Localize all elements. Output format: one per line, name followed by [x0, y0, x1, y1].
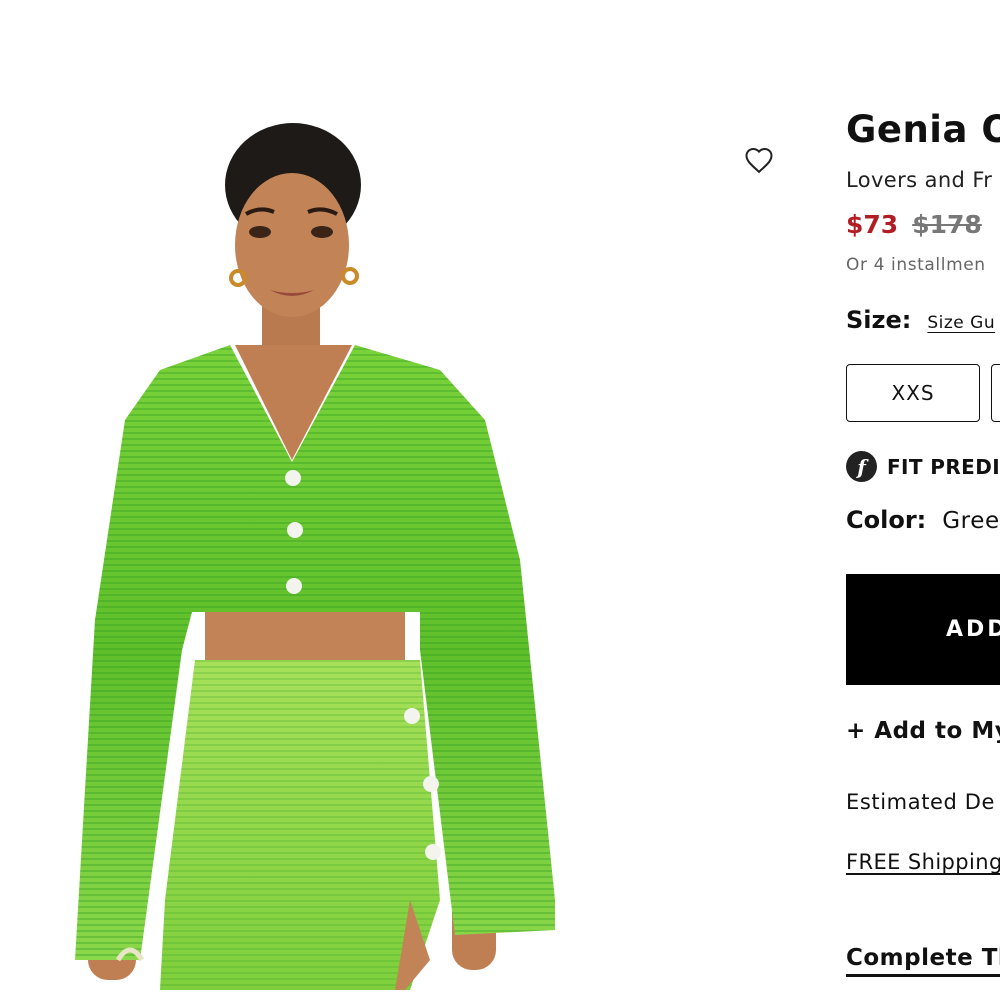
size-row: Size: Size Gu: [846, 306, 995, 334]
product-title: Genia O: [846, 108, 1000, 151]
complete-the-look-underline: [846, 974, 1000, 977]
color-row: Color: Gree: [846, 506, 1000, 534]
add-to-bag-button[interactable]: ADD: [846, 574, 1000, 685]
color-value: Gree: [942, 508, 1000, 534]
fit-predictor-logo-icon: f: [846, 451, 877, 482]
brand-name[interactable]: Lovers and Fr: [846, 168, 992, 192]
size-option-xxs[interactable]: XXS: [846, 364, 980, 422]
color-label: Color:: [846, 506, 927, 534]
size-guide-link[interactable]: Size Gu: [927, 313, 995, 333]
complete-the-look-heading[interactable]: Complete Th: [846, 945, 1000, 971]
product-info-panel: Genia O Lovers and Fr $73 $178 Or 4 insta…: [846, 0, 1000, 1000]
fit-predictor-label: FIT PREDIC: [887, 454, 1000, 479]
heart-outline-icon: [744, 146, 774, 178]
free-shipping-link[interactable]: FREE Shipping: [846, 850, 1000, 874]
wishlist-button[interactable]: [740, 144, 778, 180]
product-image[interactable]: [0, 0, 820, 1000]
size-label: Size:: [846, 306, 912, 334]
add-to-list-link[interactable]: + Add to My: [846, 718, 1000, 744]
estimated-delivery-text: Estimated De: [846, 790, 996, 814]
size-option-next[interactable]: [991, 364, 1000, 422]
sale-price: $73: [846, 210, 899, 239]
installments-text: Or 4 installmen: [846, 255, 986, 275]
fit-predictor[interactable]: f FIT PREDIC: [846, 451, 1000, 482]
original-price: $178: [912, 210, 982, 239]
price-row: $73 $178: [846, 210, 982, 239]
